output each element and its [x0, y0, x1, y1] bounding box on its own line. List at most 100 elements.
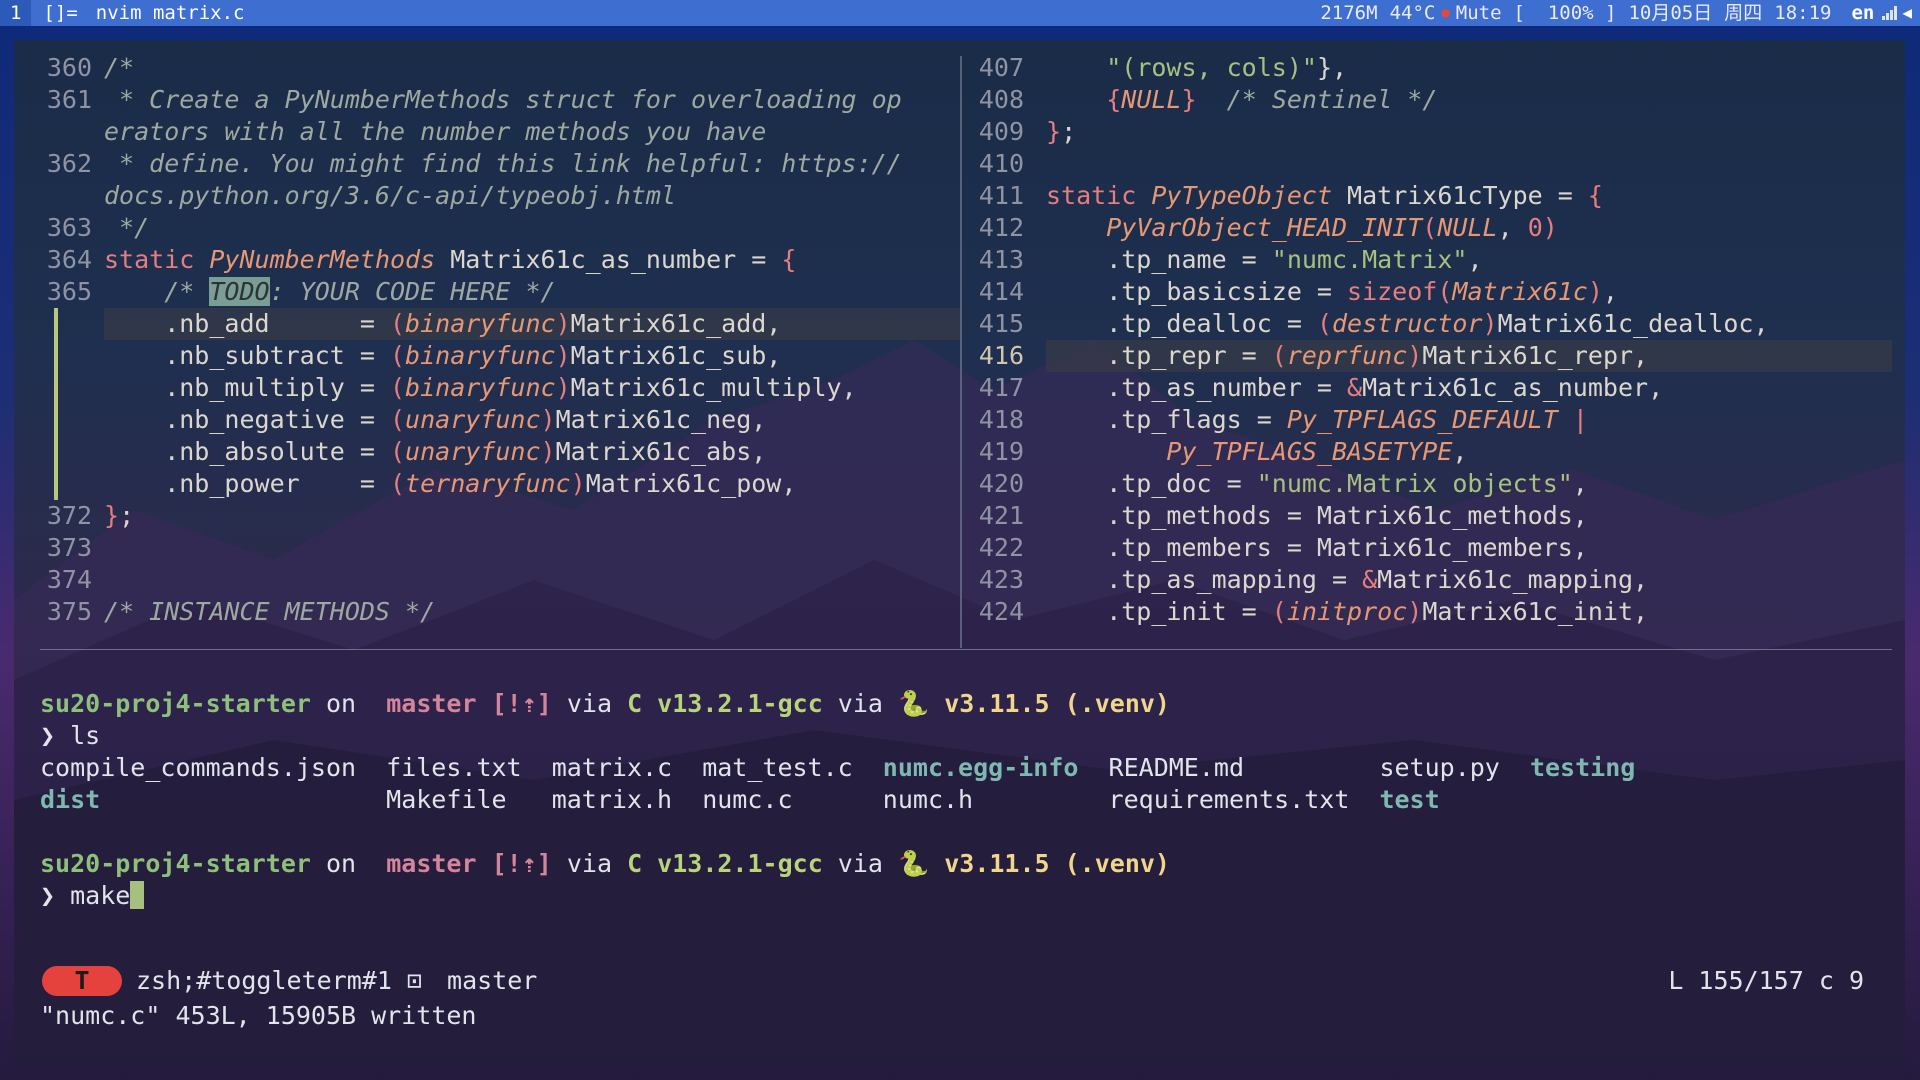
code-line[interactable]: 414 .tp_basicsize = sizeof(Matrix61c), [972, 276, 1892, 308]
code-line[interactable]: 362 * define. You might find this link h… [14, 148, 960, 180]
code-text[interactable]: .tp_doc = "numc.Matrix objects", [1046, 468, 1588, 500]
line-number: 372 [46, 501, 92, 530]
code-text[interactable]: /* TODO: YOUR CODE HERE */ [104, 276, 556, 308]
code-text[interactable]: .tp_methods = Matrix61c_methods, [1046, 500, 1588, 532]
code-text[interactable]: .tp_init = (initproc)Matrix61c_init, [1046, 596, 1648, 628]
window-icon: ⊡ [391, 966, 438, 995]
editor-pane-right[interactable]: 407 "(rows, cols)"}, 408 {NULL} /* Sentin… [972, 52, 1892, 628]
code-line[interactable]: 418 .tp_flags = Py_TPFLAGS_DEFAULT | [972, 404, 1892, 436]
horizontal-split[interactable] [40, 649, 1892, 650]
line-number: 421 [978, 501, 1024, 530]
code-text[interactable]: .tp_members = Matrix61c_members, [1046, 532, 1588, 564]
code-text[interactable]: * define. You might find this link helpf… [104, 148, 902, 180]
code-text[interactable]: .tp_name = "numc.Matrix", [1046, 244, 1482, 276]
weekday: 周四 [1724, 2, 1763, 24]
code-text[interactable]: PyVarObject_HEAD_INIT(NULL, 0) [1046, 212, 1558, 244]
prompt-branch: master [386, 849, 477, 878]
terminal-window[interactable]: 360/* 361 * Create a PyNumberMethods stru… [14, 40, 1905, 1065]
code-line[interactable]: .nb_negative = (unaryfunc)Matrix61c_neg, [14, 404, 960, 436]
code-text[interactable]: */ [104, 212, 149, 244]
code-line[interactable]: 411 static PyTypeObject Matrix61cType = { [972, 180, 1892, 212]
code-line[interactable]: 419 Py_TPFLAGS_BASETYPE, [972, 436, 1892, 468]
code-line[interactable]: .nb_power = (ternaryfunc)Matrix61c_pow, [14, 468, 960, 500]
code-text[interactable]: .tp_basicsize = sizeof(Matrix61c), [1046, 276, 1618, 308]
code-text[interactable]: /* INSTANCE METHODS */ [104, 596, 435, 628]
code-text[interactable]: }; [104, 500, 134, 532]
code-line[interactable]: 360 /* [14, 52, 960, 84]
code-text[interactable]: static PyNumberMethods Matrix61c_as_numb… [104, 244, 796, 276]
code-text[interactable]: .nb_power = (ternaryfunc)Matrix61c_pow, [104, 468, 796, 500]
git-change-sign [54, 340, 58, 372]
code-line[interactable]: 417 .tp_as_number = &Matrix61c_as_number… [972, 372, 1892, 404]
code-text[interactable]: .nb_negative = (unaryfunc)Matrix61c_neg, [104, 404, 766, 436]
code-line[interactable]: 424 .tp_init = (initproc)Matrix61c_init, [972, 596, 1892, 628]
ls-file: setup.py [1379, 753, 1500, 782]
code-text[interactable]: {NULL} /* Sentinel */ [1046, 84, 1437, 116]
code-line[interactable]: 413 .tp_name = "numc.Matrix", [972, 244, 1892, 276]
code-text[interactable]: /* [104, 52, 134, 84]
code-line[interactable]: erators with all the number methods you … [14, 116, 960, 148]
keyboard-layout[interactable]: en [1837, 0, 1878, 26]
code-line[interactable]: docs.python.org/3.6/c-api/typeobj.html [14, 180, 960, 212]
code-text[interactable]: }; [1046, 116, 1076, 148]
code-line[interactable]: 409}; [972, 116, 1892, 148]
code-line[interactable]: 412 PyVarObject_HEAD_INIT(NULL, 0) [972, 212, 1892, 244]
ls-directory: testing [1529, 753, 1636, 782]
command-line[interactable]: ❯ make [40, 880, 1170, 912]
code-line[interactable]: 422 .tp_members = Matrix61c_members, [972, 532, 1892, 564]
code-line[interactable]: 416 .tp_repr = (reprfunc)Matrix61c_repr, [972, 340, 1892, 372]
code-text[interactable]: .tp_flags = Py_TPFLAGS_DEFAULT | [1046, 404, 1588, 436]
vertical-split[interactable] [960, 56, 962, 648]
code-line[interactable]: 373 [14, 532, 960, 564]
code-text[interactable]: static PyTypeObject Matrix61cType = { [1046, 180, 1603, 212]
code-text[interactable]: .tp_repr = (reprfunc)Matrix61c_repr, [1046, 340, 1892, 372]
date: 10月05日 [1628, 2, 1713, 24]
code-text[interactable]: "(rows, cols)"}, [1046, 52, 1347, 84]
code-text[interactable]: erators with all the number methods you … [104, 116, 766, 148]
code-text[interactable]: .nb_absolute = (unaryfunc)Matrix61c_abs, [104, 436, 766, 468]
code-line[interactable]: .nb_subtract = (binaryfunc)Matrix61c_sub… [14, 340, 960, 372]
workspace-tag[interactable]: 1 [0, 0, 32, 26]
code-line[interactable]: 410 [972, 148, 1892, 180]
code-text[interactable]: docs.python.org/3.6/c-api/typeobj.html [104, 180, 676, 212]
command-text: ls [70, 721, 101, 750]
code-text[interactable]: Py_TPFLAGS_BASETYPE, [1046, 436, 1467, 468]
code-line[interactable]: 372}; [14, 500, 960, 532]
line-number: 424 [978, 597, 1024, 626]
ls-file: matrix.h [551, 785, 673, 814]
code-line[interactable]: 415 .tp_dealloc = (destructor)Matrix61c_… [972, 308, 1892, 340]
code-text[interactable]: * Create a PyNumberMethods struct for ov… [104, 84, 902, 116]
code-line[interactable]: 365 /* TODO: YOUR CODE HERE */ [14, 276, 960, 308]
line-number: 418 [978, 405, 1024, 434]
toggleterm-terminal[interactable]: su20-proj4-starter on master [!⇡] via C … [40, 688, 1635, 912]
code-text[interactable]: .nb_multiply = (binaryfunc)Matrix61c_mul… [104, 372, 856, 404]
ls-file: numc.h [882, 785, 974, 814]
code-line[interactable]: 421 .tp_methods = Matrix61c_methods, [972, 500, 1892, 532]
code-line[interactable]: .nb_multiply = (binaryfunc)Matrix61c_mul… [14, 372, 960, 404]
command-input[interactable]: make [70, 881, 130, 910]
code-text[interactable]: .nb_add = (binaryfunc)Matrix61c_add, [104, 308, 960, 340]
code-text[interactable]: .nb_subtract = (binaryfunc)Matrix61c_sub… [104, 340, 781, 372]
code-text[interactable]: .tp_as_number = &Matrix61c_as_number, [1046, 372, 1663, 404]
code-line[interactable]: 361 * Create a PyNumberMethods struct fo… [14, 84, 960, 116]
code-line[interactable]: 408 {NULL} /* Sentinel */ [972, 84, 1892, 116]
signal-icon[interactable] [1882, 6, 1898, 20]
code-line[interactable]: 423 .tp_as_mapping = &Matrix61c_mapping, [972, 564, 1892, 596]
code-line[interactable]: .nb_absolute = (unaryfunc)Matrix61c_abs, [14, 436, 960, 468]
code-text[interactable]: .tp_dealloc = (destructor)Matrix61c_deal… [1046, 308, 1768, 340]
code-line[interactable]: 364 static PyNumberMethods Matrix61c_as_n… [14, 244, 960, 276]
code-line[interactable]: 374 [14, 564, 960, 596]
code-line[interactable]: 363 */ [14, 212, 960, 244]
volume-icon[interactable]: ◀ [1902, 0, 1920, 26]
code-text[interactable]: .tp_as_mapping = &Matrix61c_mapping, [1046, 564, 1648, 596]
code-line[interactable]: .nb_add = (binaryfunc)Matrix61c_add, [14, 308, 960, 340]
cursor-position: L 155/157 c 9 [1668, 966, 1864, 995]
top-status-bar: 1 []= nvim matrix.c 2176M 44°C ● Mute [ … [0, 0, 1920, 26]
layout-indicator[interactable]: []= [31, 0, 89, 26]
code-line[interactable]: 375 /* INSTANCE METHODS */ [14, 596, 960, 628]
shell-prompt: su20-proj4-starter on master [!⇡] via C … [40, 688, 1170, 720]
editor-pane-left[interactable]: 360/* 361 * Create a PyNumberMethods stru… [14, 52, 960, 628]
code-line[interactable]: 407 "(rows, cols)"}, [972, 52, 1892, 84]
line-number: 365 [46, 277, 92, 306]
code-line[interactable]: 420 .tp_doc = "numc.Matrix objects", [972, 468, 1892, 500]
